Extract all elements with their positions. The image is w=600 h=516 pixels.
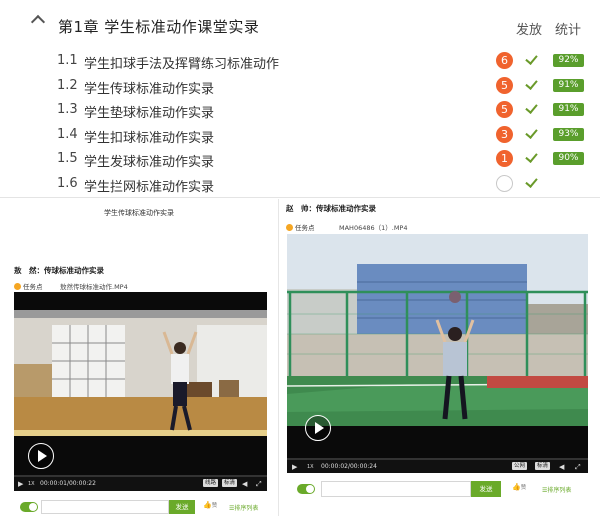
- send-button[interactable]: 发送: [471, 481, 501, 497]
- line-button[interactable]: 公网: [512, 462, 528, 470]
- chapter-header[interactable]: 第1章 学生标准动作课堂实录 发放 统计: [0, 0, 600, 46]
- video-filename: MAH06486（1）.MP4: [339, 224, 408, 232]
- chevron-up-icon[interactable]: [30, 14, 46, 30]
- pending-count-badge[interactable]: 5: [496, 77, 513, 94]
- lesson-row[interactable]: 1.3 学生垫球标准动作实录 5 91%: [0, 99, 600, 123]
- check-icon: [524, 52, 538, 66]
- rate-icon[interactable]: 1X: [307, 464, 314, 470]
- check-icon: [524, 101, 538, 115]
- comment-bar: 发送 👍赞 ☰排序列表: [287, 479, 588, 499]
- lesson-number: 1.3: [57, 102, 78, 117]
- lesson-row[interactable]: 1.5 学生发球标准动作实录 1 90%: [0, 148, 600, 172]
- fullscreen-icon[interactable]: ⤢: [575, 463, 581, 472]
- task-point-label: 任务点: [286, 222, 315, 232]
- pending-count-badge[interactable]: 1: [496, 150, 513, 167]
- send-button[interactable]: 发送: [169, 500, 195, 514]
- play-icon[interactable]: ▶: [18, 480, 23, 488]
- lesson-title[interactable]: 学生传球标准动作实录: [84, 78, 214, 97]
- completion-percent: 91%: [553, 79, 584, 92]
- publish-button[interactable]: 发放: [516, 19, 542, 38]
- quality-button[interactable]: 标清: [535, 462, 551, 470]
- comment-toggle[interactable]: [297, 484, 315, 494]
- chapter-panel: 第1章 学生标准动作课堂实录 发放 统计 1.1 学生扣球手法及挥臂练习标准动作…: [0, 0, 600, 198]
- video-frame: [14, 292, 267, 475]
- check-icon: [524, 126, 538, 140]
- right-video-pane: 赵 帅：传球标准动作实录 任务点 MAH06486（1）.MP4 ▶ 1X 00…: [278, 199, 600, 516]
- pending-count-badge[interactable]: 6: [496, 52, 513, 69]
- play-overlay-button[interactable]: [28, 443, 54, 469]
- completion-percent: 92%: [553, 54, 584, 67]
- task-point-icon: [14, 283, 21, 290]
- lesson-row[interactable]: 1.2 学生传球标准动作实录 5 91%: [0, 75, 600, 99]
- completion-percent: 93%: [553, 128, 584, 141]
- lesson-header: 学生传球标准动作实录: [104, 209, 174, 217]
- comment-input[interactable]: [41, 500, 169, 514]
- pending-count-badge[interactable]: 3: [496, 126, 513, 143]
- sort-label: 排序列表: [547, 487, 572, 494]
- check-icon: [524, 77, 538, 91]
- sort-label: 排序列表: [234, 505, 259, 512]
- task-point-label: 任务点: [14, 281, 43, 291]
- lesson-number: 1.4: [57, 127, 78, 142]
- fullscreen-icon[interactable]: ⤢: [256, 480, 262, 489]
- lesson-title[interactable]: 学生扣球手法及挥臂练习标准动作: [84, 53, 279, 72]
- video-frame: [287, 234, 588, 458]
- task-point-text: 任务点: [295, 224, 315, 232]
- list-icon[interactable]: ☰排序列表: [542, 485, 571, 494]
- line-button[interactable]: 线路: [203, 479, 219, 487]
- check-icon: [524, 150, 538, 164]
- thumbs-up-icon[interactable]: 👍赞: [203, 501, 217, 509]
- check-icon: [524, 175, 538, 189]
- play-icon[interactable]: ▶: [292, 463, 297, 471]
- comment-toggle[interactable]: [20, 502, 38, 512]
- lesson-row[interactable]: 1.6 学生拦网标准动作实录: [0, 173, 600, 197]
- task-point-icon: [286, 224, 293, 231]
- lesson-row[interactable]: 1.1 学生扣球手法及挥臂练习标准动作 6 92%: [0, 50, 600, 74]
- student-title: 敖 然：传球标准动作实录: [14, 266, 104, 275]
- list-icon[interactable]: ☰排序列表: [229, 503, 258, 512]
- lesson-title[interactable]: 学生拦网标准动作实录: [84, 176, 214, 195]
- quality-button[interactable]: 标清: [222, 479, 238, 487]
- time-display: 00:00:02/00:00:24: [321, 463, 377, 470]
- stats-button[interactable]: 统计: [555, 19, 581, 38]
- video-controls: ▶ 1X 00:00:02/00:00:24 公网 标清 ◀ ⤢: [287, 460, 588, 473]
- empty-badge: [496, 175, 513, 192]
- lesson-number: 1.1: [57, 53, 78, 68]
- left-video-pane: 学生传球标准动作实录 敖 然：传球标准动作实录 任务点 敖然传球标准动作.MP4: [0, 199, 278, 516]
- video-player[interactable]: [287, 234, 588, 458]
- pending-count-badge[interactable]: 5: [496, 101, 513, 118]
- like-label: 赞: [520, 485, 527, 491]
- chapter-title: 第1章 学生标准动作课堂实录: [58, 18, 260, 36]
- lesson-row[interactable]: 1.4 学生扣球标准动作实录 3 93%: [0, 124, 600, 148]
- task-point-text: 任务点: [23, 283, 43, 291]
- lesson-number: 1.6: [57, 176, 78, 191]
- lesson-number: 1.2: [57, 78, 78, 93]
- video-player[interactable]: [14, 292, 267, 475]
- completion-percent: 91%: [553, 103, 584, 116]
- lesson-title[interactable]: 学生扣球标准动作实录: [84, 127, 214, 146]
- rate-icon[interactable]: 1X: [28, 481, 35, 487]
- volume-icon[interactable]: ◀: [242, 480, 247, 488]
- volume-icon[interactable]: ◀: [559, 463, 564, 471]
- comment-bar: 发送 👍赞 ☰排序列表: [14, 497, 267, 516]
- comment-input[interactable]: [321, 481, 471, 497]
- video-filename: 敖然传球标准动作.MP4: [60, 283, 128, 291]
- lesson-title[interactable]: 学生发球标准动作实录: [84, 151, 214, 170]
- lesson-number: 1.5: [57, 151, 78, 166]
- play-overlay-button[interactable]: [305, 415, 331, 441]
- thumbs-up-icon[interactable]: 👍赞: [512, 483, 526, 491]
- time-display: 00:00:01/00:00:22: [40, 480, 96, 487]
- like-label: 赞: [211, 503, 218, 509]
- completion-percent: 90%: [553, 152, 584, 165]
- student-title: 赵 帅：传球标准动作实录: [286, 204, 376, 213]
- lesson-title[interactable]: 学生垫球标准动作实录: [84, 102, 214, 121]
- video-controls: ▶ 1X 00:00:01/00:00:22 线路 标清 ◀ ⤢: [14, 477, 267, 491]
